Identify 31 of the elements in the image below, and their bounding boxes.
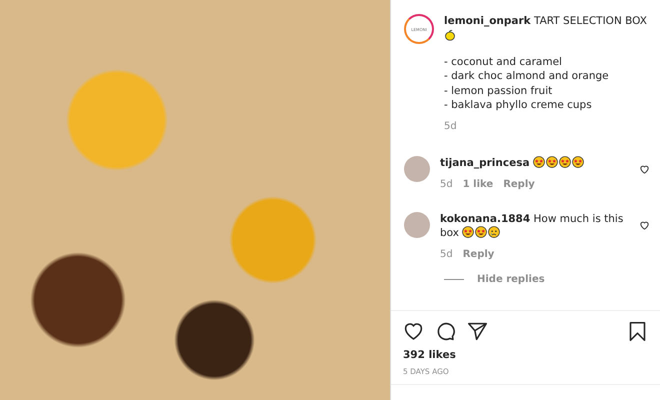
bookmark-icon[interactable] [627, 321, 648, 342]
star-eyes-emoji-icon [546, 156, 558, 168]
star-eyes-emoji-icon [462, 226, 474, 238]
like-heart-icon[interactable] [639, 220, 650, 231]
username-link[interactable]: kokonana.1884 [440, 213, 530, 225]
share-icon[interactable] [467, 321, 488, 342]
crying-emoji-icon [488, 226, 500, 238]
username-link[interactable]: tijana_princesa [440, 157, 530, 169]
like-heart-icon[interactable] [639, 164, 650, 175]
comment-likes[interactable]: 1 like [462, 179, 494, 190]
star-eyes-emoji-icon [532, 156, 545, 168]
username-link[interactable]: lemoni_onpark [444, 15, 531, 27]
caption-line: - baklava phyllo creme cups [444, 98, 593, 112]
post-age: 5d [444, 120, 458, 134]
comment-icon[interactable] [435, 321, 456, 342]
reply-link[interactable]: Reply [462, 249, 494, 260]
comment-text: kokonana.1884 How much is this box [440, 212, 624, 240]
caption-line: - lemon passion fruit [444, 84, 554, 98]
star-eyes-emoji-icon [475, 226, 488, 238]
comment-age: 5d [440, 249, 453, 260]
star-eyes-emoji-icon [558, 156, 571, 168]
like-heart-icon[interactable] [403, 321, 424, 342]
likes-count[interactable]: 392 likes [403, 349, 648, 361]
comment-age: 5d [440, 179, 453, 190]
lemon-icon [444, 28, 456, 40]
caption-line: - dark choc almond and orange [444, 69, 610, 84]
caption-title: lemoni_onpark TART SELECTION BOX [444, 14, 647, 28]
star-eyes-emoji-icon [572, 156, 584, 168]
hide-replies-link[interactable]: Hide replies [477, 274, 545, 285]
caption-line: - coconut and caramel [444, 54, 563, 69]
reply-link[interactable]: Reply [503, 179, 535, 190]
